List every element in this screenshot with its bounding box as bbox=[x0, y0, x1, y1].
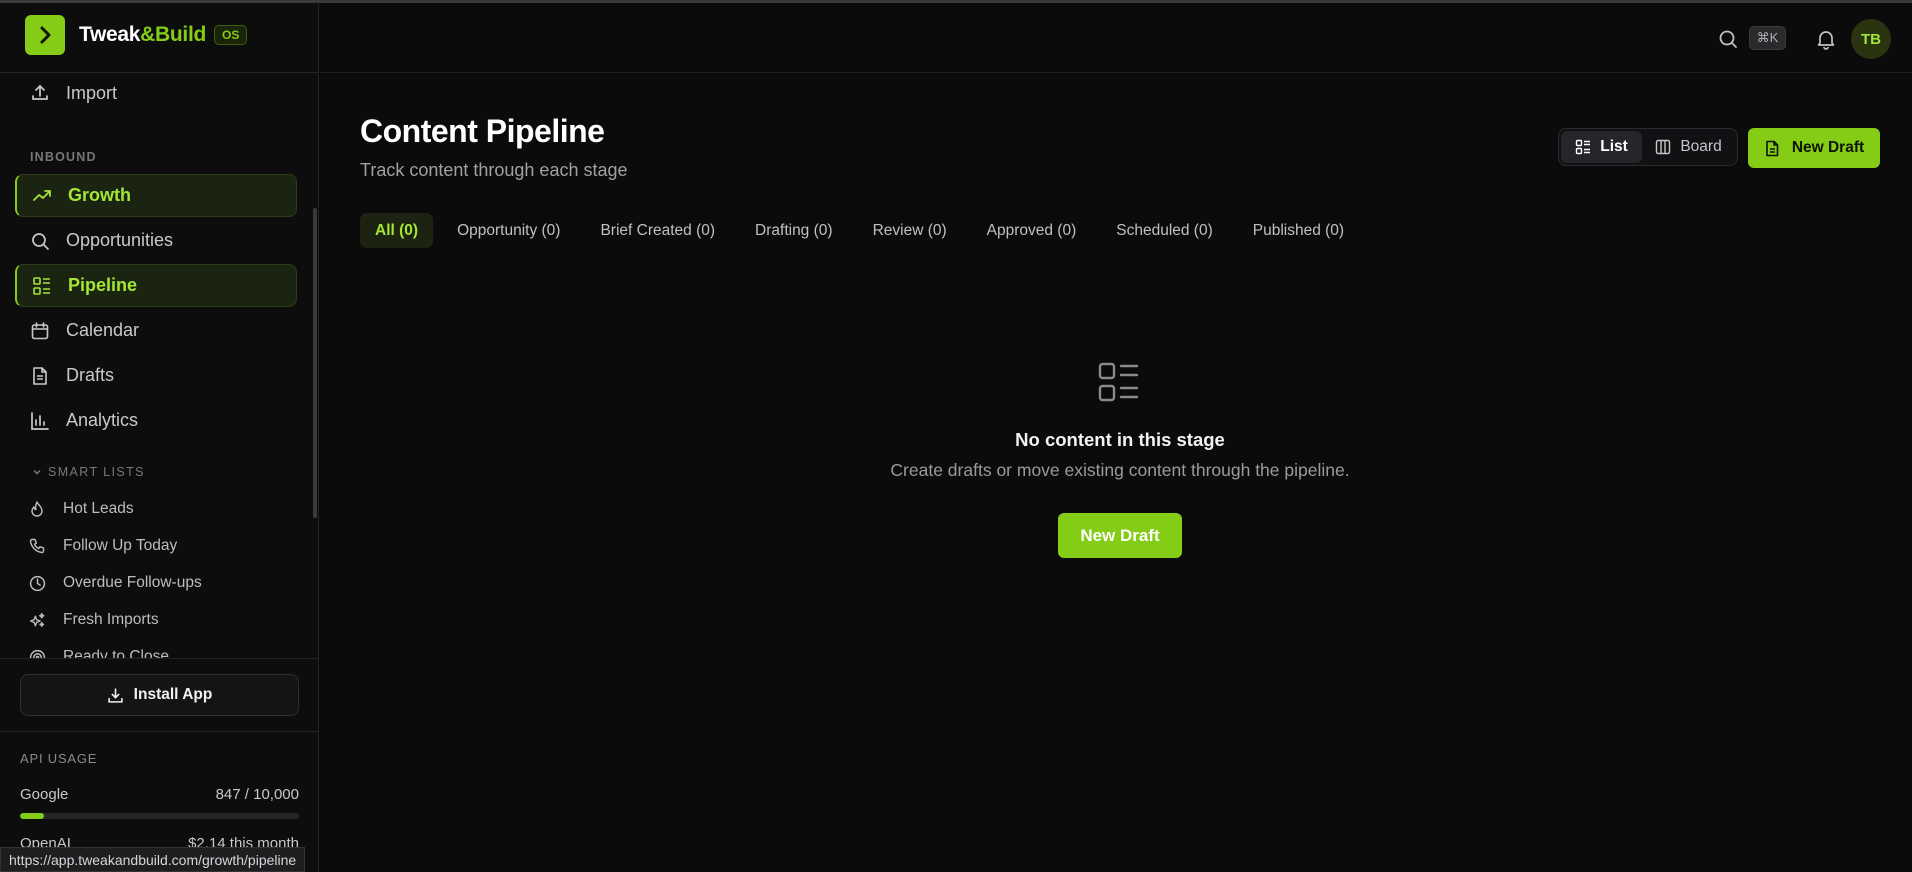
search-icon[interactable] bbox=[1717, 28, 1739, 50]
page-title: Content Pipeline bbox=[360, 113, 605, 149]
sidebar-item-pipeline[interactable]: Pipeline bbox=[15, 264, 297, 307]
api-google-progress-fill bbox=[20, 813, 44, 819]
smart-list-label: Hot Leads bbox=[63, 500, 134, 517]
list-view-label: List bbox=[1600, 138, 1628, 155]
install-app-button[interactable]: Install App bbox=[20, 674, 299, 716]
api-usage-label: API USAGE bbox=[20, 751, 98, 766]
file-icon bbox=[30, 366, 50, 386]
tab-brief-created[interactable]: Brief Created (0) bbox=[586, 213, 729, 248]
list-icon bbox=[1097, 361, 1141, 405]
smart-list-label: Fresh Imports bbox=[63, 611, 159, 628]
stage-tabs: All (0) Opportunity (0) Brief Created (0… bbox=[360, 213, 1370, 248]
brand[interactable]: Tweak&Build OS bbox=[25, 15, 248, 55]
tab-review[interactable]: Review (0) bbox=[859, 213, 961, 248]
avatar[interactable]: TB bbox=[1851, 19, 1891, 59]
sidebar-item-label: Pipeline bbox=[68, 275, 138, 295]
search-icon bbox=[30, 231, 50, 251]
brand-badge: OS bbox=[214, 25, 248, 45]
phone-icon bbox=[28, 537, 46, 555]
tab-scheduled[interactable]: Scheduled (0) bbox=[1102, 213, 1227, 248]
smart-list-label: Overdue Follow-ups bbox=[63, 574, 202, 591]
install-section: Install App bbox=[0, 658, 319, 732]
sidebar-item-label: Drafts bbox=[66, 365, 115, 385]
smart-list-item-overdue-follow-ups[interactable]: Overdue Follow-ups bbox=[28, 568, 202, 598]
sparkles-icon bbox=[28, 611, 46, 629]
sidebar-item-growth[interactable]: Growth bbox=[15, 174, 297, 217]
chevron-right-icon bbox=[25, 15, 65, 55]
api-google-value: 847 / 10,000 bbox=[215, 786, 299, 803]
sidebar-item-calendar[interactable]: Calendar bbox=[15, 309, 297, 352]
new-draft-button[interactable]: New Draft bbox=[1748, 128, 1880, 168]
board-view-button[interactable]: Board bbox=[1642, 131, 1735, 163]
smart-list-label: Follow Up Today bbox=[63, 537, 178, 554]
bar-chart-icon bbox=[30, 411, 50, 431]
sidebar-item-drafts[interactable]: Drafts bbox=[15, 354, 297, 397]
smart-list-item-fresh-imports[interactable]: Fresh Imports bbox=[28, 605, 159, 635]
sidebar-nav[interactable]: Import INBOUND Growth Opportunities Pipe… bbox=[0, 73, 319, 658]
new-draft-label: New Draft bbox=[1791, 139, 1865, 156]
smart-list-item-hot-leads[interactable]: Hot Leads bbox=[28, 494, 134, 524]
file-plus-icon bbox=[1764, 140, 1780, 157]
list-view-button[interactable]: List bbox=[1561, 131, 1643, 163]
empty-state-title: No content in this stage bbox=[1015, 429, 1225, 450]
tab-all[interactable]: All (0) bbox=[360, 213, 434, 248]
list-icon bbox=[1575, 139, 1591, 155]
target-icon bbox=[28, 648, 46, 658]
sidebar-item-import[interactable]: Import bbox=[15, 73, 297, 113]
flame-icon bbox=[28, 500, 46, 518]
section-label-inbound: INBOUND bbox=[30, 150, 97, 164]
bell-icon[interactable] bbox=[1815, 28, 1837, 50]
empty-state-new-draft-button[interactable]: New Draft bbox=[1058, 513, 1182, 558]
tab-approved[interactable]: Approved (0) bbox=[973, 213, 1091, 248]
install-app-label: Install App bbox=[133, 686, 213, 703]
download-icon bbox=[107, 687, 124, 704]
tab-published[interactable]: Published (0) bbox=[1239, 213, 1358, 248]
clock-icon bbox=[28, 574, 46, 592]
smart-list-item-ready-to-close[interactable]: Ready to Close bbox=[28, 642, 169, 658]
list-icon bbox=[32, 276, 52, 296]
api-usage-google: Google 847 / 10,000 bbox=[20, 786, 299, 803]
keyboard-shortcut-badge[interactable]: ⌘K bbox=[1749, 26, 1786, 50]
status-bar-url: https://app.tweakandbuild.com/growth/pip… bbox=[0, 847, 306, 872]
sidebar-item-opportunities[interactable]: Opportunities bbox=[15, 219, 297, 262]
smart-list-label: Ready to Close bbox=[63, 648, 169, 658]
calendar-icon bbox=[30, 321, 50, 341]
tab-opportunity[interactable]: Opportunity (0) bbox=[443, 213, 574, 248]
trending-up-icon bbox=[32, 186, 52, 206]
sidebar-item-label: Opportunities bbox=[66, 230, 174, 250]
sidebar-item-label: Analytics bbox=[66, 410, 139, 430]
empty-state-subtitle: Create drafts or move existing content t… bbox=[890, 460, 1350, 480]
page-subtitle: Track content through each stage bbox=[360, 160, 628, 180]
sidebar-item-label: Growth bbox=[68, 185, 131, 205]
topbar: ⌘K TB bbox=[320, 3, 1912, 73]
brand-name: Tweak&Build bbox=[79, 23, 207, 46]
tab-drafting[interactable]: Drafting (0) bbox=[741, 213, 847, 248]
columns-icon bbox=[1655, 139, 1671, 155]
smart-list-item-follow-up-today[interactable]: Follow Up Today bbox=[28, 531, 177, 561]
upload-icon bbox=[30, 83, 50, 103]
api-google-label: Google bbox=[20, 786, 69, 803]
api-google-progress bbox=[20, 813, 299, 819]
sidebar-item-label: Calendar bbox=[66, 320, 140, 340]
view-toggle: List Board bbox=[1558, 128, 1738, 166]
board-view-label: Board bbox=[1680, 138, 1722, 155]
sidebar-item-label: Import bbox=[66, 82, 118, 103]
